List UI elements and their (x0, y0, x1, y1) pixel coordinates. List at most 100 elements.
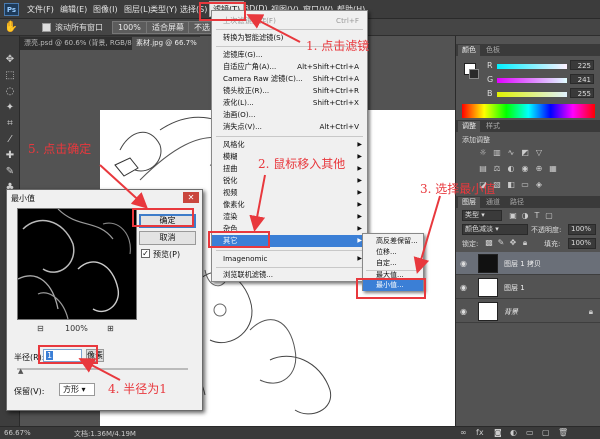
zoom-level[interactable]: 66.67% (4, 429, 31, 437)
layer-kind-filter[interactable]: 类型 ▾ (462, 210, 502, 221)
hand-tool-icon[interactable]: ✋ (4, 20, 18, 33)
preview-checkbox[interactable]: ✓ (141, 249, 150, 258)
opacity-input[interactable]: 100% (568, 224, 596, 235)
menu-item-imagenomic[interactable]: Imagenomic ▶ (212, 253, 367, 265)
curves-icon[interactable]: ∿ (506, 148, 516, 158)
threshold-icon[interactable]: ◧ (506, 180, 516, 190)
vibrance-icon[interactable]: ▽ (534, 148, 544, 158)
magic-wand-icon[interactable]: ✦ (4, 102, 16, 114)
gradient-map-icon[interactable]: ▭ (520, 180, 530, 190)
mask-icon[interactable]: ◙ (494, 428, 502, 437)
brightness-icon[interactable]: ☼ (478, 148, 488, 158)
filter-shape-icon[interactable]: ▢ (544, 211, 554, 221)
crop-tool-icon[interactable]: ⌗ (4, 118, 16, 130)
scroll-all-checkbox[interactable] (42, 23, 51, 32)
fx-icon[interactable]: fx (476, 428, 484, 437)
menu-item-vanishing-point[interactable]: 消失点(V)... Alt+Ctrl+V (212, 121, 367, 133)
cancel-button[interactable]: 取消 (139, 231, 196, 245)
blue-slider[interactable] (497, 92, 567, 97)
adjustment-layer-icon[interactable]: ◐ (510, 428, 517, 437)
menu-item-liquify[interactable]: 液化(L)... Shift+Ctrl+X (212, 97, 367, 109)
tab-channels[interactable]: 通道 (482, 197, 504, 208)
group-folder-icon[interactable]: ▭ (526, 428, 534, 437)
tab-document-jpg[interactable]: 素材.jpg @ 66.7% (132, 37, 201, 50)
marquee-tool-icon[interactable]: ⬚ (4, 70, 16, 82)
brush-tool-icon[interactable]: ✎ (4, 166, 16, 178)
fit-screen-button[interactable]: 适合屏幕 (146, 21, 190, 34)
tab-paths[interactable]: 路径 (506, 197, 528, 208)
lasso-tool-icon[interactable]: ◌ (4, 86, 16, 98)
hue-saturation-icon[interactable]: ▤ (478, 164, 488, 174)
filter-pixel-icon[interactable]: ▣ (508, 211, 518, 221)
zoom-in-icon[interactable]: ⊞ (107, 324, 114, 333)
color-balance-icon[interactable]: ⚖ (492, 164, 502, 174)
radius-slider[interactable] (17, 368, 188, 370)
black-white-icon[interactable]: ◐ (506, 164, 516, 174)
healing-brush-icon[interactable]: ✚ (4, 150, 16, 162)
tab-swatches[interactable]: 色板 (482, 45, 504, 56)
menu-item-high-pass[interactable]: 高反差保留... (363, 236, 423, 247)
layer-row-copy[interactable]: ◉ 图层 1 拷贝 (456, 252, 600, 275)
green-value[interactable]: 241 (570, 74, 594, 84)
fill-input[interactable]: 100% (568, 238, 596, 249)
tab-document-psd[interactable]: 漂亮.psd @ 60.6% (背景, RGB/8#) (20, 37, 145, 50)
menu-item-pixelate[interactable]: 像素化 ▶ (212, 199, 367, 211)
link-layers-icon[interactable]: ∞ (460, 428, 467, 437)
eyedropper-icon[interactable]: ⁄ (4, 134, 16, 146)
photo-filter-icon[interactable]: ◉ (520, 164, 530, 174)
zoom-out-icon[interactable]: ⊟ (37, 324, 44, 333)
filter-preview[interactable] (17, 208, 137, 320)
eye-icon[interactable]: ◉ (460, 307, 467, 316)
menu-item-stylize[interactable]: 风格化 ▶ (212, 139, 367, 151)
menu-image[interactable]: 图像(I) (93, 4, 118, 15)
layer-row-1[interactable]: ◉ 图层 1 (456, 276, 600, 299)
green-slider[interactable] (497, 78, 567, 83)
trash-icon[interactable]: 🗑︎ (558, 428, 568, 437)
zoom-100-button[interactable]: 100% (112, 21, 147, 34)
menu-item-offset[interactable]: 位移... (363, 247, 423, 258)
red-slider[interactable] (497, 64, 567, 69)
selective-color-icon[interactable]: ◈ (534, 180, 544, 190)
lock-position-icon[interactable]: ✥ (508, 238, 518, 248)
lock-all-icon[interactable]: 🔒︎ (520, 238, 530, 248)
background-color-swatch[interactable] (469, 69, 479, 79)
color-spectrum-bar[interactable] (462, 104, 595, 118)
menu-edit[interactable]: 编辑(E) (60, 4, 87, 15)
keep-select[interactable]: 方形 ▾ (59, 383, 95, 396)
menu-item-browse-online[interactable]: 浏览联机滤镜... (212, 269, 367, 281)
menu-item-oil-paint[interactable]: 油画(O)... (212, 109, 367, 121)
layer-row-background[interactable]: ◉ 背景 🔒︎ (456, 300, 600, 323)
menu-item-camera-raw[interactable]: Camera Raw 滤镜(C)... Shift+Ctrl+A (212, 73, 367, 85)
eye-icon[interactable]: ◉ (460, 283, 467, 292)
menu-item-adaptive-wide-angle[interactable]: 自适应广角(A)... Alt+Shift+Ctrl+A (212, 61, 367, 73)
tab-styles[interactable]: 样式 (482, 121, 504, 132)
eye-icon[interactable]: ◉ (460, 259, 467, 268)
menu-item-render[interactable]: 渲染 ▶ (212, 211, 367, 223)
red-value[interactable]: 225 (570, 60, 594, 70)
filter-adjust-icon[interactable]: ◑ (520, 211, 530, 221)
menu-item-sharpen[interactable]: 锐化 ▶ (212, 175, 367, 187)
exposure-icon[interactable]: ◩ (520, 148, 530, 158)
menu-item-custom[interactable]: 自定... (363, 258, 423, 269)
new-layer-icon[interactable]: ▢ (542, 428, 550, 437)
add-adjustment-title: 添加调整 (462, 136, 490, 144)
radius-slider-thumb[interactable]: ▲ (18, 367, 23, 375)
menu-type[interactable]: 类型(Y) (150, 4, 177, 15)
levels-icon[interactable]: ▥ (492, 148, 502, 158)
channel-mixer-icon[interactable]: ⊕ (534, 164, 544, 174)
menu-layer[interactable]: 图层(L) (124, 4, 151, 15)
tab-adjustments[interactable]: 调整 (458, 121, 480, 132)
menu-item-video[interactable]: 视频 ▶ (212, 187, 367, 199)
color-lookup-icon[interactable]: ▦ (548, 164, 558, 174)
lock-image-icon[interactable]: ✎ (496, 238, 506, 248)
filter-type-icon[interactable]: T (532, 211, 542, 221)
blue-value[interactable]: 255 (570, 88, 594, 98)
lock-transparent-icon[interactable]: ▩ (484, 238, 494, 248)
tab-color[interactable]: 颜色 (458, 45, 480, 56)
blend-mode-select[interactable]: 颜色减淡 ▾ (462, 224, 528, 235)
close-icon[interactable]: ✕ (183, 192, 199, 203)
menu-item-lens-correction[interactable]: 镜头校正(R)... Shift+Ctrl+R (212, 85, 367, 97)
menu-file[interactable]: 文件(F) (27, 4, 54, 15)
tab-layers[interactable]: 图层 (458, 197, 480, 208)
move-tool-icon[interactable]: ✥ (4, 54, 16, 66)
